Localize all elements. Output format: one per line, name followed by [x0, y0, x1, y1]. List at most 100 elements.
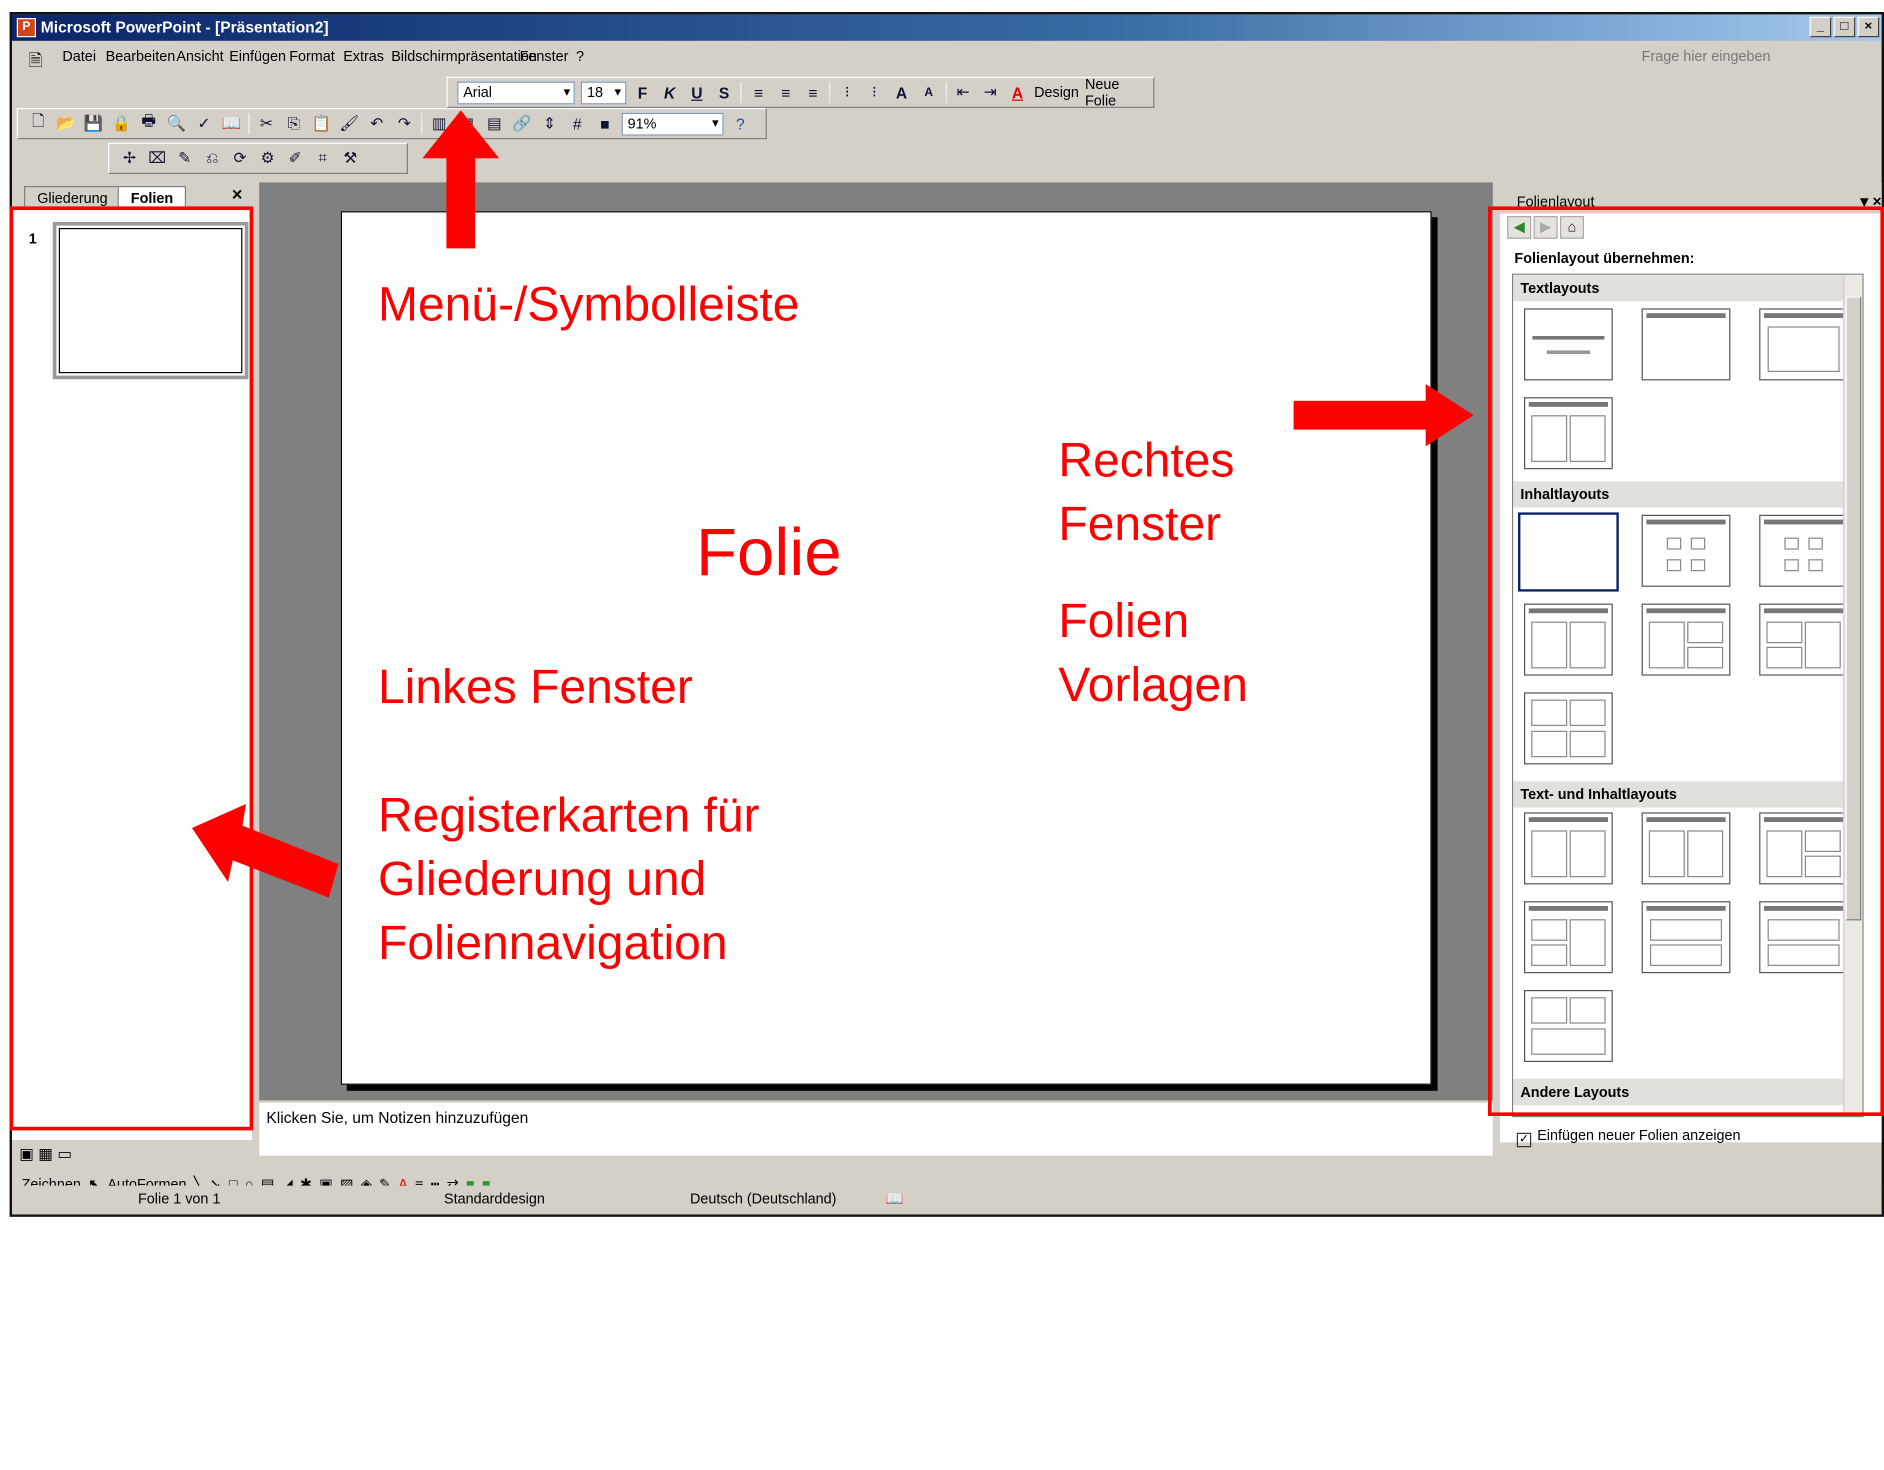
close-button[interactable]: × — [1857, 16, 1880, 38]
align-right-icon[interactable]: ≡ — [802, 82, 823, 104]
standard-toolbar: 🗋 📂 💾 🔒 🖶 🔍 ✓ 📖 ✂ ⎘ 📋 🖌 ↶ ↷ ▥ ▦ ▤ 🔗 ⇕ # … — [16, 108, 767, 140]
font-color-icon[interactable]: A — [1007, 82, 1028, 104]
menu-bildschirmpraesentation[interactable]: Bildschirmpräsentation — [391, 48, 537, 65]
permission-icon[interactable]: 🔒 — [110, 113, 132, 135]
copy-icon[interactable]: ⎘ — [283, 113, 305, 135]
annotation-slide: Folie — [696, 513, 842, 590]
new-slide-button[interactable]: Neue Folie — [1085, 76, 1153, 110]
menu-ansicht[interactable]: Ansicht — [176, 48, 223, 65]
notes-pane[interactable]: Klicken Sie, um Notizen hinzuzufügen — [259, 1102, 1493, 1156]
arrow-up-shaft — [446, 150, 476, 249]
status-design: Standarddesign — [444, 1190, 545, 1208]
font-shrink-icon[interactable]: A — [918, 82, 939, 104]
slideshow-icon[interactable]: ▭ — [57, 1145, 72, 1163]
menu-extras[interactable]: Extras — [343, 48, 384, 65]
numbering-icon[interactable]: ⁝ — [837, 82, 858, 104]
format-painter-icon[interactable]: 🖌 — [338, 113, 360, 135]
slide-sorter-icon[interactable]: ▦ — [38, 1145, 53, 1163]
tools-toolbar: ✢ ⌧ ✎ ⎌ ⟳ ⚙ ✐ ⌗ ⚒ — [108, 142, 409, 174]
italic-button[interactable]: K — [659, 82, 680, 104]
tool-icon-3[interactable]: ✎ — [174, 148, 196, 170]
formatting-toolbar: Arial 18 F K U S ≡ ≡ ≡ ⁝ ⁝ A A ⇤ ⇥ A Des… — [446, 76, 1155, 110]
annotation-menu-toolbar: Menü-/Symbolleiste — [378, 278, 800, 332]
help-search-input[interactable]: Frage hier eingeben — [1642, 48, 1834, 65]
redo-icon[interactable]: ↷ — [394, 113, 416, 135]
menu-einfuegen[interactable]: Einfügen — [229, 48, 286, 65]
align-left-icon[interactable]: ≡ — [748, 82, 769, 104]
open-icon[interactable]: 📂 — [55, 113, 77, 135]
annotation-tabs-3: Foliennavigation — [378, 916, 728, 970]
color-grayscale-icon[interactable]: ■ — [594, 113, 616, 135]
arrow-right-shaft — [1293, 400, 1432, 430]
expand-icon[interactable]: ⇕ — [539, 113, 561, 135]
paste-icon[interactable]: 📋 — [311, 113, 333, 135]
annotation-right-1: Rechtes — [1058, 434, 1235, 488]
status-slide: Folie 1 von 1 — [138, 1190, 221, 1208]
annotation-templates-2: Vorlagen — [1058, 658, 1248, 712]
spellcheck-icon: 📖 — [885, 1190, 904, 1208]
arrow-up-head — [422, 110, 500, 159]
normal-view-icon[interactable]: ▣ — [19, 1145, 34, 1163]
bullets-icon[interactable]: ⁝ — [864, 82, 885, 104]
tool-icon-1[interactable]: ✢ — [119, 148, 141, 170]
view-buttons: ▣ ▦ ▭ — [14, 1142, 255, 1167]
maximize-button[interactable]: □ — [1833, 16, 1856, 38]
status-bar: Folie 1 von 1 Standarddesign Deutsch (De… — [12, 1185, 1882, 1215]
arrow-left-down — [192, 804, 339, 898]
indent-decrease-icon[interactable]: ⇤ — [953, 82, 974, 104]
document-icon[interactable]: 🗎 — [29, 48, 43, 77]
font-size-combo[interactable]: 18 — [581, 81, 626, 104]
align-center-icon[interactable]: ≡ — [775, 82, 796, 104]
tool-icon-6[interactable]: ⚙ — [257, 148, 279, 170]
help-icon[interactable]: ? — [730, 113, 752, 135]
menu-bar: 🗎 Datei Bearbeiten Ansicht Einfügen Form… — [12, 42, 1882, 71]
research-icon[interactable]: 📖 — [221, 113, 243, 135]
bold-button[interactable]: F — [632, 82, 653, 104]
title-bar: P Microsoft PowerPoint - [Präsentation2]… — [12, 14, 1882, 41]
undo-icon[interactable]: ↶ — [366, 113, 388, 135]
close-icon[interactable]: × — [232, 185, 243, 205]
indent-increase-icon[interactable]: ⇥ — [980, 82, 1001, 104]
left-pane-highlight — [9, 206, 254, 1131]
tool-icon-8[interactable]: ⌗ — [312, 148, 334, 170]
save-icon[interactable]: 💾 — [83, 113, 105, 135]
new-icon[interactable]: 🗋 — [28, 112, 50, 135]
annotation-left-pane: Linkes Fenster — [378, 661, 693, 714]
annotation-tabs-1: Registerkarten für — [378, 789, 760, 843]
spelling-icon[interactable]: ✓ — [193, 113, 215, 135]
shadow-button[interactable]: S — [713, 82, 734, 104]
tab-outline[interactable]: Gliederung — [24, 186, 121, 209]
font-combo[interactable]: Arial — [457, 81, 576, 104]
minimize-button[interactable]: _ — [1809, 16, 1832, 38]
show-on-new-slide-checkbox[interactable]: ✓ Einfügen neuer Folien anzeigen — [1516, 1126, 1741, 1148]
checkbox-icon[interactable]: ✓ — [1516, 1132, 1532, 1148]
underline-button[interactable]: U — [686, 82, 707, 104]
print-icon[interactable]: 🖶 — [138, 112, 160, 135]
annotation-templates-1: Folien — [1058, 595, 1190, 648]
hyperlink-icon[interactable]: 🔗 — [511, 113, 533, 135]
tool-icon-4[interactable]: ⎌ — [202, 148, 224, 170]
tab-slides[interactable]: Folien — [117, 186, 187, 209]
tool-icon-2[interactable]: ⌧ — [146, 148, 168, 170]
tool-icon-5[interactable]: ⟳ — [229, 148, 251, 170]
annotation-tabs-2: Gliederung und — [378, 853, 707, 907]
zoom-combo[interactable]: 91% — [621, 112, 724, 135]
window-title: Microsoft PowerPoint - [Präsentation2] — [40, 18, 329, 36]
checkbox-label: Einfügen neuer Folien anzeigen — [1537, 1126, 1741, 1144]
menu-help[interactable]: ? — [576, 48, 584, 65]
right-pane-highlight — [1488, 206, 1884, 1116]
menu-datei[interactable]: Datei — [62, 48, 96, 65]
status-language: Deutsch (Deutschland) — [690, 1190, 837, 1208]
print-preview-icon[interactable]: 🔍 — [166, 113, 188, 135]
powerpoint-icon: P — [16, 18, 36, 38]
menu-fenster[interactable]: Fenster — [520, 48, 569, 65]
tool-icon-7[interactable]: ✐ — [284, 148, 306, 170]
cut-icon[interactable]: ✂ — [256, 113, 278, 135]
design-button[interactable]: Design — [1034, 84, 1079, 101]
tool-icon-9[interactable]: ⚒ — [340, 148, 362, 170]
menu-bearbeiten[interactable]: Bearbeiten — [106, 48, 176, 65]
arrow-right-head — [1425, 384, 1474, 447]
menu-format[interactable]: Format — [289, 48, 335, 65]
font-grow-icon[interactable]: A — [891, 82, 912, 104]
grid-icon[interactable]: # — [566, 113, 588, 135]
